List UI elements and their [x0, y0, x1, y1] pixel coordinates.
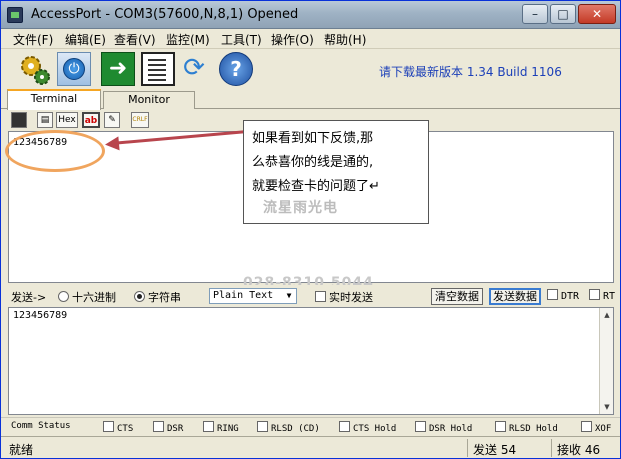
- dtr-checkbox[interactable]: DTR: [547, 289, 579, 302]
- radio-selected-icon: [134, 291, 145, 302]
- comm-status-bar: Comm Status CTS DSR RING RLSD (CD) CTS H…: [1, 417, 620, 435]
- document-icon[interactable]: [141, 52, 175, 86]
- app-icon: [7, 7, 23, 23]
- callout-line: 如果看到如下反馈,那: [252, 131, 374, 146]
- status-xoff: XOF: [581, 421, 611, 434]
- status-rlsd: RLSD (CD): [257, 421, 320, 434]
- radio-icon: [58, 291, 69, 302]
- callout-line: 么恭喜你的线是通的,: [252, 155, 374, 170]
- tab-terminal[interactable]: Terminal: [7, 89, 101, 110]
- send-label: 发送->: [11, 291, 47, 304]
- rts-checkbox[interactable]: RT: [589, 289, 615, 302]
- send-input[interactable]: 123456789 ▲ ▼: [8, 307, 614, 415]
- status-dsr: DSR: [153, 421, 183, 434]
- indicator-icon: [581, 421, 592, 432]
- hex-view-icon[interactable]: ▤: [37, 112, 53, 128]
- close-button[interactable]: ✕: [578, 4, 616, 24]
- status-ring: RING: [203, 421, 239, 434]
- menu-view[interactable]: 查看(V): [114, 31, 156, 48]
- ab-toggle-button[interactable]: ab: [82, 112, 100, 128]
- format-select[interactable]: Plain Text ▼: [209, 288, 297, 304]
- crlf-button[interactable]: CRLF: [131, 112, 149, 128]
- checkbox-icon: [315, 291, 326, 302]
- status-bar: 就绪 发送 54 接收 46: [1, 436, 620, 458]
- chevron-down-icon: ▼: [286, 291, 292, 300]
- menu-edit[interactable]: 编辑(E): [65, 31, 106, 48]
- indicator-icon: [257, 421, 268, 432]
- send-options-bar: 发送-> 十六进制 字符串 Plain Text ▼ 实时发送 清空数据 发送数据…: [1, 285, 620, 307]
- maximize-button[interactable]: □: [550, 4, 576, 24]
- status-cts-hold: CTS Hold: [339, 421, 396, 434]
- menu-help[interactable]: 帮助(H): [324, 31, 366, 48]
- indicator-icon: [495, 421, 506, 432]
- status-dsr-hold: DSR Hold: [415, 421, 472, 434]
- status-divider: [467, 439, 468, 457]
- save-icon[interactable]: [11, 112, 27, 128]
- watermark-text: 流星雨光电: [263, 200, 338, 216]
- status-cts: CTS: [103, 421, 133, 434]
- status-rlsd-hold-label: RLSD Hold: [509, 424, 558, 434]
- highlight-oval: [5, 130, 105, 172]
- status-sent-count: 发送 54: [473, 443, 517, 457]
- status-xoff-label: XOF: [595, 424, 612, 434]
- version-link[interactable]: 请下载最新版本 1.34 Build 1106: [379, 63, 562, 80]
- status-ready: 就绪: [9, 443, 34, 457]
- radio-hex-label: 十六进制: [72, 291, 116, 304]
- indicator-icon: [339, 421, 350, 432]
- menu-monitor[interactable]: 监控(M): [166, 31, 210, 48]
- power-icon[interactable]: [57, 52, 91, 86]
- radio-string-label: 字符串: [148, 291, 181, 304]
- radio-hex[interactable]: 十六进制: [58, 289, 116, 305]
- minimize-button[interactable]: –: [522, 4, 548, 24]
- scroll-down-icon[interactable]: ▼: [601, 401, 613, 413]
- scroll-up-icon[interactable]: ▲: [601, 309, 613, 321]
- app-window: AccessPort - COM3(57600,N,8,1) Opened – …: [0, 0, 621, 459]
- status-dsr-label: DSR: [167, 424, 184, 434]
- status-rlsd-label: RLSD (CD): [271, 424, 320, 434]
- hex-toggle-button[interactable]: Hex: [56, 112, 78, 128]
- indicator-icon: [103, 421, 114, 432]
- window-title: AccessPort - COM3(57600,N,8,1) Opened: [31, 7, 299, 22]
- format-value: Plain Text: [213, 290, 274, 301]
- send-text: 123456789: [13, 310, 68, 321]
- comm-status-label: Comm Status: [11, 421, 71, 431]
- timed-send-label: 实时发送: [329, 291, 373, 304]
- status-cts-label: CTS: [117, 424, 134, 434]
- callout-line: 就要检查卡的问题了↵: [252, 179, 380, 194]
- tab-monitor[interactable]: Monitor: [103, 91, 195, 109]
- checkbox-icon: [547, 289, 558, 300]
- menu-operate[interactable]: 操作(O): [271, 31, 314, 48]
- timed-send-checkbox[interactable]: 实时发送: [315, 289, 373, 305]
- status-received-count: 接收 46: [557, 443, 601, 457]
- refresh-icon[interactable]: ⟳: [177, 52, 211, 86]
- status-divider: [551, 439, 552, 457]
- arrow-right-icon[interactable]: [101, 52, 135, 86]
- dtr-label: DTR: [561, 291, 580, 302]
- annotation-arrow-head: [104, 136, 120, 152]
- main-toolbar: ⟳ ? 请下载最新版本 1.34 Build 1106: [1, 49, 620, 89]
- indicator-icon: [153, 421, 164, 432]
- indicator-icon: [203, 421, 214, 432]
- send-data-button[interactable]: 发送数据: [489, 288, 541, 305]
- indicator-icon: [415, 421, 426, 432]
- gear-icon[interactable]: [17, 52, 51, 86]
- edit-icon[interactable]: ✎: [104, 112, 120, 128]
- title-bar[interactable]: AccessPort - COM3(57600,N,8,1) Opened – …: [1, 1, 620, 29]
- menu-tools[interactable]: 工具(T): [221, 31, 262, 48]
- rts-label: RT: [603, 291, 616, 302]
- help-icon[interactable]: ?: [219, 52, 253, 86]
- radio-string[interactable]: 字符串: [134, 289, 181, 305]
- checkbox-icon: [589, 289, 600, 300]
- status-cts-hold-label: CTS Hold: [353, 424, 397, 434]
- menu-bar: 文件(F) 编辑(E) 查看(V) 监控(M) 工具(T) 操作(O) 帮助(H…: [1, 29, 620, 49]
- vertical-scrollbar[interactable]: ▲ ▼: [599, 308, 613, 414]
- status-ring-label: RING: [217, 424, 239, 434]
- tab-strip: Terminal Monitor: [1, 89, 620, 110]
- status-dsr-hold-label: DSR Hold: [429, 424, 473, 434]
- status-rlsd-hold: RLSD Hold: [495, 421, 558, 434]
- menu-file[interactable]: 文件(F): [13, 31, 53, 48]
- clear-data-button[interactable]: 清空数据: [431, 288, 483, 305]
